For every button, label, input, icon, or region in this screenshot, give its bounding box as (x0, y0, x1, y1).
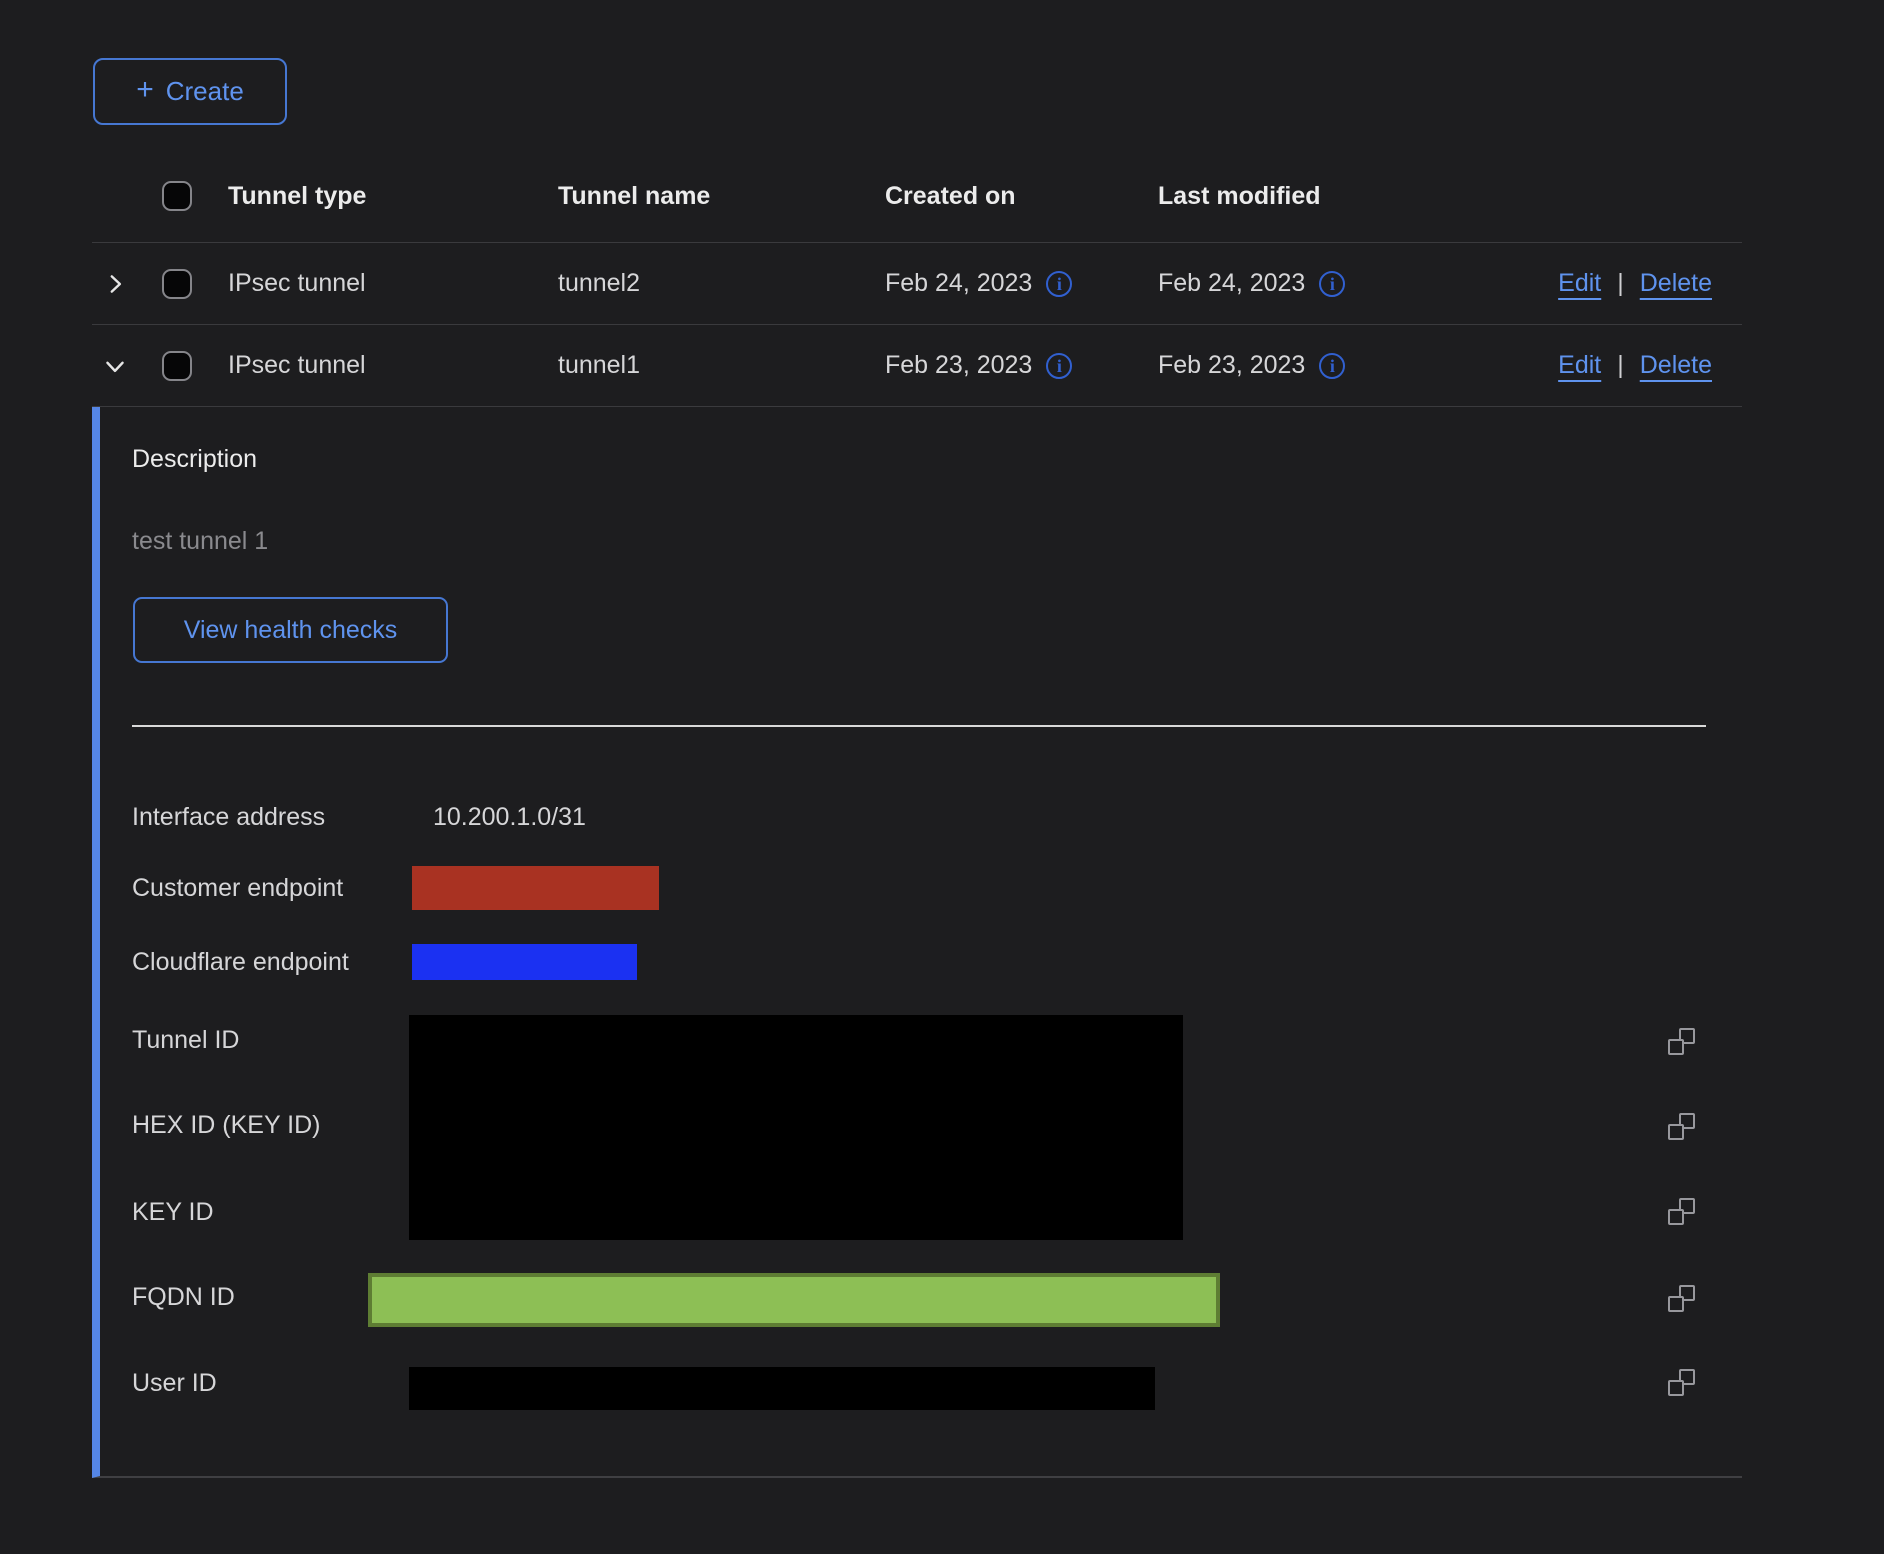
delete-link[interactable]: Delete (1640, 269, 1712, 298)
view-health-checks-button[interactable]: View health checks (133, 597, 448, 663)
chevron-right-icon[interactable] (102, 271, 128, 297)
description-label: Description (132, 445, 257, 474)
last-modified-value: Feb 24, 2023 (1158, 269, 1305, 298)
tunnel-detail-panel: Description test tunnel 1 View health ch… (92, 407, 1742, 1478)
copy-icon-front-square (1668, 1380, 1684, 1396)
copy-icon-front-square (1668, 1039, 1684, 1055)
tunnels-table: Tunnel type Tunnel name Created on Last … (92, 150, 1742, 1478)
copy-icon[interactable] (1668, 1198, 1695, 1225)
table-header-row: Tunnel type Tunnel name Created on Last … (92, 150, 1742, 243)
copy-icon[interactable] (1668, 1113, 1695, 1140)
row-checkbox[interactable] (162, 351, 192, 381)
plus-icon: + (136, 75, 154, 105)
tunnel-name-cell: tunnel2 (558, 269, 885, 298)
edit-link[interactable]: Edit (1558, 269, 1601, 298)
header-tunnel-name: Tunnel name (558, 182, 885, 211)
section-divider (132, 725, 1706, 727)
hex-id-label: HEX ID (KEY ID) (132, 1111, 320, 1140)
last-modified-value: Feb 23, 2023 (1158, 351, 1305, 380)
info-icon[interactable] (1319, 353, 1345, 379)
create-button[interactable]: + Create (93, 58, 287, 125)
header-checkbox-cell (162, 181, 228, 211)
row-checkbox[interactable] (162, 269, 192, 299)
table-row: IPsec tunnel tunnel1 Feb 23, 2023 Feb 23… (92, 325, 1742, 407)
customer-endpoint-label: Customer endpoint (132, 874, 343, 903)
tunnel-id-label: Tunnel ID (132, 1026, 239, 1055)
create-button-label: Create (166, 76, 244, 107)
interface-address-label: Interface address (132, 803, 325, 832)
copy-icon[interactable] (1668, 1285, 1695, 1312)
info-icon[interactable] (1046, 353, 1072, 379)
header-created-on: Created on (885, 182, 1158, 211)
copy-icon[interactable] (1668, 1369, 1695, 1396)
action-separator: | (1617, 351, 1624, 380)
info-icon[interactable] (1319, 271, 1345, 297)
tunnel-type-cell: IPsec tunnel (228, 269, 558, 298)
copy-icon-front-square (1668, 1209, 1684, 1225)
tunnels-page: + Create Tunnel type Tunnel name Created… (0, 0, 1884, 1554)
copy-icon[interactable] (1668, 1028, 1695, 1055)
cloudflare-endpoint-redacted-value (412, 944, 637, 980)
header-last-modified: Last modified (1158, 182, 1430, 211)
customer-endpoint-redacted-value (412, 866, 659, 910)
info-icon[interactable] (1046, 271, 1072, 297)
copy-icon-front-square (1668, 1296, 1684, 1312)
select-all-checkbox[interactable] (162, 181, 192, 211)
action-separator: | (1617, 269, 1624, 298)
header-tunnel-type: Tunnel type (228, 182, 558, 211)
tunnel-type-cell: IPsec tunnel (228, 351, 558, 380)
interface-address-value: 10.200.1.0/31 (433, 803, 586, 832)
description-value: test tunnel 1 (132, 527, 268, 556)
delete-link[interactable]: Delete (1640, 351, 1712, 380)
user-id-label: User ID (132, 1369, 217, 1398)
cloudflare-endpoint-label: Cloudflare endpoint (132, 948, 349, 977)
chevron-down-icon[interactable] (102, 353, 128, 379)
created-on-value: Feb 24, 2023 (885, 269, 1032, 298)
fqdn-id-redacted-value (368, 1273, 1220, 1327)
key-id-label: KEY ID (132, 1198, 214, 1227)
fqdn-id-label: FQDN ID (132, 1283, 235, 1312)
edit-link[interactable]: Edit (1558, 351, 1601, 380)
tunnel-name-cell: tunnel1 (558, 351, 885, 380)
table-row: IPsec tunnel tunnel2 Feb 24, 2023 Feb 24… (92, 243, 1742, 325)
copy-icon-front-square (1668, 1124, 1684, 1140)
ids-redacted-value (409, 1015, 1183, 1240)
created-on-value: Feb 23, 2023 (885, 351, 1032, 380)
user-id-redacted-value (409, 1367, 1155, 1410)
